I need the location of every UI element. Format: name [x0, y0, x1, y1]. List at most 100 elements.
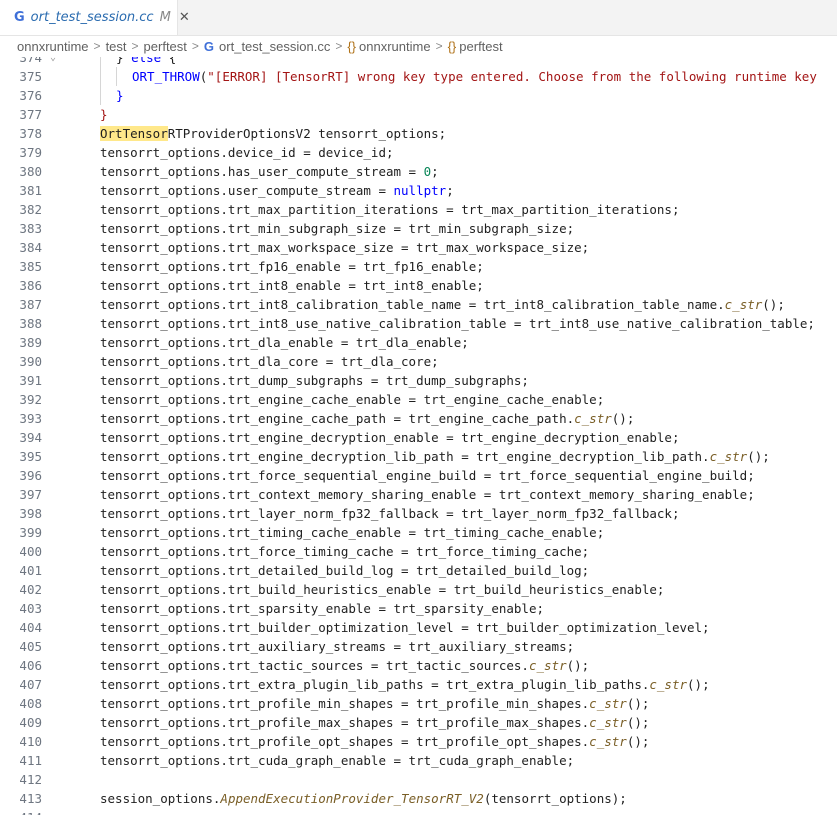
line-number: 393	[19, 411, 42, 426]
line-number: 405	[19, 639, 42, 654]
code-line[interactable]: 378 OrtTensorRTProviderOptionsV2 tensorrt…	[0, 124, 837, 143]
code-line[interactable]: 395 tensorrt_options.trt_engine_decryptio…	[0, 447, 837, 466]
code-token: tensorrt_options.trt_min_subgraph_size =…	[100, 221, 575, 236]
code-text: tensorrt_options.trt_sparsity_enable = t…	[100, 599, 544, 618]
code-editor[interactable]: 374 ⌄} else {375 ORT_THROW("[ERROR] [Tenso…	[0, 57, 837, 815]
code-text: tensorrt_options.trt_build_heuristics_en…	[100, 580, 664, 599]
code-text: tensorrt_options.device_id = device_id;	[100, 143, 394, 162]
line-number: 377	[19, 107, 42, 122]
code-token: c_str	[589, 734, 627, 749]
code-text: tensorrt_options.trt_auxiliary_streams =…	[100, 637, 574, 656]
line-number: 402	[19, 582, 42, 597]
line-number: 391	[19, 373, 42, 388]
code-line[interactable]: 397 tensorrt_options.trt_context_memory_s…	[0, 485, 837, 504]
code-line[interactable]: 375 ORT_THROW("[ERROR] [TensorRT] wrong k…	[0, 67, 837, 86]
code-line[interactable]: 392 tensorrt_options.trt_engine_cache_ena…	[0, 390, 837, 409]
code-text: tensorrt_options.trt_int8_use_native_cal…	[100, 314, 815, 333]
code-line[interactable]: 379 tensorrt_options.device_id = device_i…	[0, 143, 837, 162]
code-line[interactable]: 391 tensorrt_options.trt_dump_subgraphs =…	[0, 371, 837, 390]
code-line[interactable]: 394 tensorrt_options.trt_engine_decryptio…	[0, 428, 837, 447]
code-line[interactable]: 404 tensorrt_options.trt_builder_optimiza…	[0, 618, 837, 637]
line-number: 382	[19, 202, 42, 217]
code-line[interactable]: 382 tensorrt_options.trt_max_partition_it…	[0, 200, 837, 219]
breadcrumb-item-namespace-perftest[interactable]: {} perftest	[448, 39, 503, 54]
code-line[interactable]: 406 tensorrt_options.trt_tactic_sources =…	[0, 656, 837, 675]
tab-ort-test-session[interactable]: G ort_test_session.cc M ✕	[0, 0, 190, 35]
line-number: 407	[19, 677, 42, 692]
code-token: tensorrt_options.trt_dla_core = trt_dla_…	[100, 354, 439, 369]
code-token: "[ERROR] [TensorRT] wrong key type enter…	[207, 69, 817, 84]
code-line[interactable]: 408 tensorrt_options.trt_profile_min_shap…	[0, 694, 837, 713]
code-text: tensorrt_options.trt_profile_max_shapes …	[100, 713, 649, 732]
code-token: tensorrt_options.trt_builder_optimizatio…	[100, 620, 710, 635]
code-line[interactable]: 412	[0, 770, 837, 789]
breadcrumb-item-file[interactable]: Gort_test_session.cc	[204, 39, 330, 54]
code-token: 0	[423, 164, 432, 179]
code-text: } else {	[116, 57, 176, 67]
code-line[interactable]: 381 tensorrt_options.user_compute_stream …	[0, 181, 837, 200]
code-line[interactable]: 399 tensorrt_options.trt_timing_cache_ena…	[0, 523, 837, 542]
breadcrumb-item-perftest[interactable]: perftest	[144, 39, 187, 54]
code-line[interactable]: 398 tensorrt_options.trt_layer_norm_fp32_…	[0, 504, 837, 523]
code-token: tensorrt_options.trt_force_timing_cache …	[100, 544, 590, 559]
code-token: tensorrt_options.trt_tactic_sources = tr…	[100, 658, 529, 673]
line-number: 381	[19, 183, 42, 198]
code-token: session_options.	[100, 791, 221, 806]
code-token: tensorrt_options.trt_layer_norm_fp32_fal…	[100, 506, 680, 521]
line-number: 411	[19, 753, 42, 768]
code-token: tensorrt_options.trt_profile_opt_shapes …	[100, 734, 590, 749]
line-number: 387	[19, 297, 42, 312]
line-number: 404	[19, 620, 42, 635]
code-line[interactable]: 413 session_options.AppendExecutionProvid…	[0, 789, 837, 808]
code-text: tensorrt_options.trt_int8_calibration_ta…	[100, 295, 785, 314]
code-token: else	[131, 57, 162, 65]
code-line[interactable]: 393 tensorrt_options.trt_engine_cache_pat…	[0, 409, 837, 428]
code-line[interactable]: 407 tensorrt_options.trt_extra_plugin_lib…	[0, 675, 837, 694]
code-line[interactable]: 385 tensorrt_options.trt_fp16_enable = tr…	[0, 257, 837, 276]
code-line[interactable]: 409 tensorrt_options.trt_profile_max_shap…	[0, 713, 837, 732]
chevron-right-icon: >	[93, 39, 101, 53]
code-text: tensorrt_options.trt_profile_min_shapes …	[100, 694, 649, 713]
code-line[interactable]: 389 tensorrt_options.trt_dla_enable = trt…	[0, 333, 837, 352]
code-text: tensorrt_options.trt_engine_decryption_l…	[100, 447, 770, 466]
code-line[interactable]: 405 tensorrt_options.trt_auxiliary_stream…	[0, 637, 837, 656]
code-text: }	[100, 105, 108, 124]
code-token: AppendExecutionProvider_TensorRT_V2	[220, 791, 484, 806]
code-token: tensorrt_options.trt_engine_cache_path =…	[100, 411, 575, 426]
code-line[interactable]: 401 tensorrt_options.trt_detailed_build_l…	[0, 561, 837, 580]
code-token: tensorrt_options.trt_max_partition_itera…	[100, 202, 680, 217]
code-line[interactable]: 384 tensorrt_options.trt_max_workspace_si…	[0, 238, 837, 257]
breadcrumb-item-namespace-onnxruntime[interactable]: {} onnxruntime	[347, 39, 430, 54]
breadcrumb-item-test[interactable]: test	[106, 39, 127, 54]
code-line[interactable]: 402 tensorrt_options.trt_build_heuristics…	[0, 580, 837, 599]
line-number: 378	[19, 126, 42, 141]
code-line[interactable]: 380 tensorrt_options.has_user_compute_str…	[0, 162, 837, 181]
chevron-right-icon: >	[435, 39, 443, 53]
code-line[interactable]: 396 tensorrt_options.trt_force_sequential…	[0, 466, 837, 485]
code-line[interactable]: 386 tensorrt_options.trt_int8_enable = tr…	[0, 276, 837, 295]
code-line[interactable]: 390 tensorrt_options.trt_dla_core = trt_d…	[0, 352, 837, 371]
code-token: ();	[762, 297, 785, 312]
code-token: ();	[626, 715, 650, 730]
code-line[interactable]: 411 tensorrt_options.trt_cuda_graph_enabl…	[0, 751, 837, 770]
code-line[interactable]: 374 ⌄} else {	[0, 57, 837, 67]
code-token: tensorrt_options.trt_profile_max_shapes …	[100, 715, 590, 730]
code-token: }	[116, 57, 132, 65]
code-line[interactable]: 400 tensorrt_options.trt_force_timing_cac…	[0, 542, 837, 561]
code-line[interactable]: 376}	[0, 86, 837, 105]
code-line[interactable]: 414	[0, 808, 837, 815]
close-icon[interactable]: ✕	[179, 10, 190, 25]
code-token: tensorrt_options.trt_auxiliary_streams =…	[100, 639, 575, 654]
breadcrumb-item-onnxruntime[interactable]: onnxruntime	[17, 39, 89, 54]
line-number: 394	[19, 430, 42, 445]
code-line[interactable]: 387 tensorrt_options.trt_int8_calibration…	[0, 295, 837, 314]
code-line[interactable]: 388 tensorrt_options.trt_int8_use_native_…	[0, 314, 837, 333]
line-number: 412	[19, 772, 42, 787]
code-line[interactable]: 410 tensorrt_options.trt_profile_opt_shap…	[0, 732, 837, 751]
code-token: c_str	[589, 715, 627, 730]
tab-label: ort_test_session.cc	[30, 10, 154, 25]
code-line[interactable]: 403 tensorrt_options.trt_sparsity_enable …	[0, 599, 837, 618]
code-line[interactable]: 383 tensorrt_options.trt_min_subgraph_siz…	[0, 219, 837, 238]
code-line[interactable]: 377}	[0, 105, 837, 124]
chevron-down-icon[interactable]: ⌄	[50, 57, 56, 67]
